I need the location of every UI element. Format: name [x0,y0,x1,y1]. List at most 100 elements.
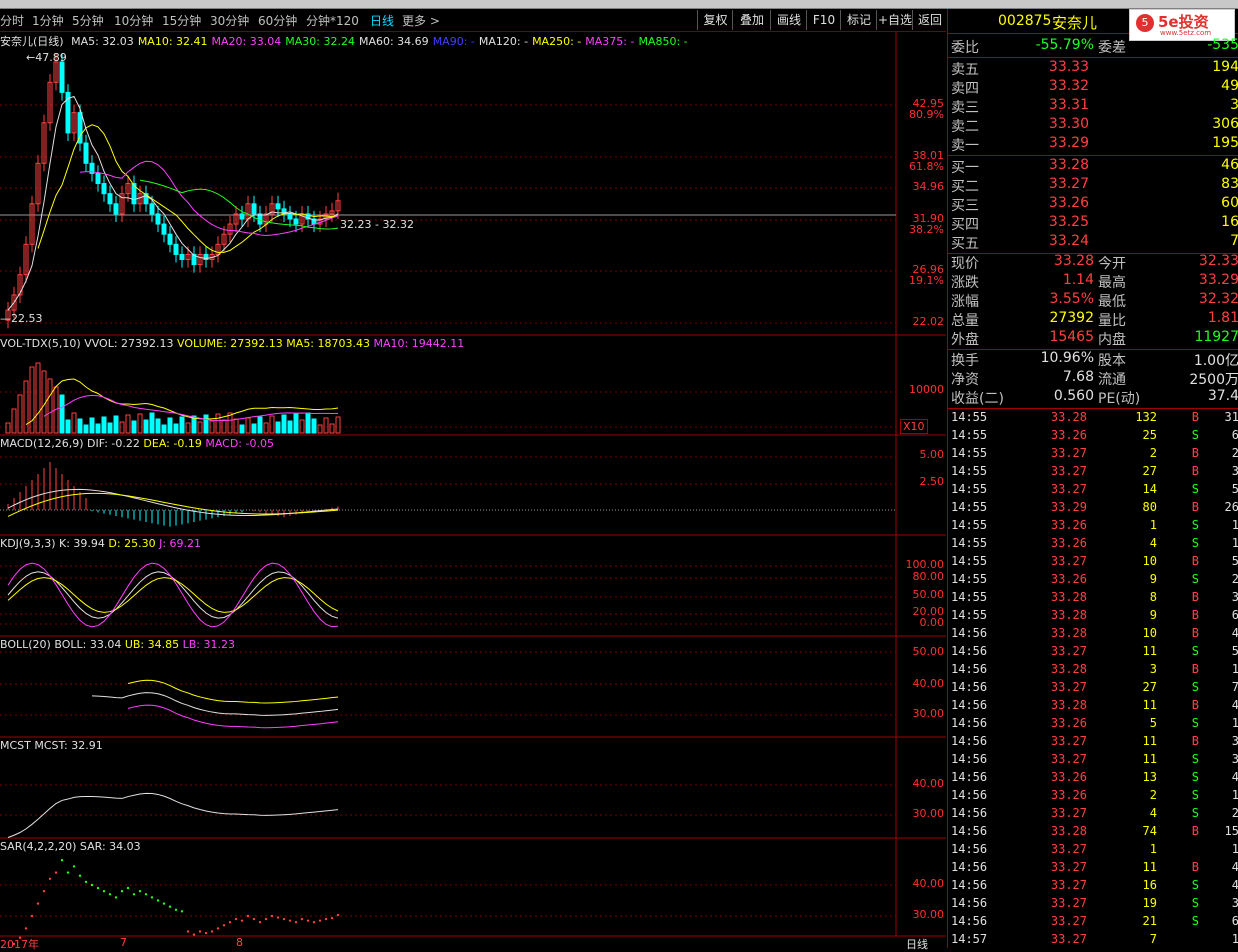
tick-volume: 9 [1149,572,1157,586]
toolbar-button-1[interactable]: 叠加 [732,10,771,30]
period-2[interactable]: 5分钟 [72,12,104,29]
tick-count: 4 [1231,860,1238,874]
sar-dot-4 [30,914,34,918]
tick-row[interactable]: 14:56 33.27 1 1 [948,842,1238,860]
volume-bar-18 [113,415,119,434]
buy-level-2-label: 买三 [951,198,979,214]
sar-dot-48 [294,921,298,924]
sar-dot-7 [48,877,52,880]
tick-row[interactable]: 14:55 33.27 10 B 5 [948,554,1238,572]
sar-dot-46 [282,917,286,921]
stat-row-2-label: 涨幅 [951,294,979,310]
tick-volume: 11 [1142,752,1157,766]
tick-row[interactable]: 14:56 33.26 2 S 1 [948,788,1238,806]
volume-bar-26 [161,424,167,434]
period-5[interactable]: 30分钟 [210,12,249,29]
tick-row[interactable]: 14:55 33.27 2 B 2 [948,446,1238,464]
tick-time: 14:56 [951,716,988,730]
volume-bar-1 [11,408,17,434]
tick-row[interactable]: 14:55 33.26 25 S 6 [948,428,1238,446]
tick-row[interactable]: 14:56 33.27 11 B 3 [948,734,1238,752]
sar-dot-47 [288,919,292,922]
kline-chart-area[interactable]: 安奈儿(日线) MA5: 32.03 MA10: 32.41 MA20: 33.04… [0,32,946,951]
top-menu-strip[interactable] [0,0,1238,9]
period-0[interactable]: 分时 [0,12,24,29]
tick-row[interactable]: 14:56 33.28 10 B 4 [948,626,1238,644]
tick-count: 4 [1231,878,1238,892]
sar-dot-20 [126,886,130,890]
tick-price: 33.27 [1050,878,1087,892]
sar-dot-41 [252,917,256,921]
tick-row[interactable]: 14:55 33.29 80 B 26 [948,500,1238,518]
candle-body-16 [101,183,107,195]
period-9[interactable]: 更多 > [402,12,440,29]
tick-row[interactable]: 14:56 33.27 27 S 7 [948,680,1238,698]
sell-level-3-value2: 306 [1212,116,1238,132]
toolbar-button-4[interactable]: 标记 [840,10,877,30]
sell-level-3: 卖二 33.30 306 [948,116,1238,135]
buy-level-2: 买三 33.26 60 [948,195,1238,214]
tick-volume: 11 [1142,734,1157,748]
tick-row[interactable]: 14:56 33.28 3 B 1 [948,662,1238,680]
sell-level-3-label: 卖二 [951,119,979,135]
tick-row[interactable]: 14:55 33.28 132 B 31 [948,410,1238,428]
tick-row[interactable]: 14:55 33.27 27 B 3 [948,464,1238,482]
tick-row[interactable]: 14:56 33.28 11 B 4 [948,698,1238,716]
tick-price: 33.27 [1050,932,1087,946]
tick-row[interactable]: 14:55 33.28 8 B 3 [948,590,1238,608]
tick-time: 14:55 [951,518,988,532]
macd-dea: DEA: -0.19 [143,437,202,450]
period-7[interactable]: 分钟*120 [306,12,359,29]
toolbar-button-6[interactable]: 返回 [912,10,947,30]
tick-row[interactable]: 14:56 33.27 4 S 2 [948,806,1238,824]
period-8[interactable]: 日线 [370,12,394,29]
period-3[interactable]: 10分钟 [114,12,153,29]
sell-level-4-label: 卖一 [951,138,979,154]
period-1[interactable]: 1分钟 [32,12,64,29]
weibi-row-label2: 委差 [1098,40,1126,56]
sell-level-1-label: 卖四 [951,81,979,97]
volume-bar-29 [179,416,185,434]
period-4[interactable]: 15分钟 [162,12,201,29]
stat2-row-2-value2: 37.4 [1207,388,1238,404]
period-6[interactable]: 60分钟 [258,12,297,29]
tick-row[interactable]: 14:56 33.27 11 S 3 [948,752,1238,770]
tick-row[interactable]: 14:56 33.28 74 B 15 [948,824,1238,842]
tick-row[interactable]: 14:55 33.28 9 B 6 [948,608,1238,626]
tick-side: B [1191,446,1199,460]
candle-body-25 [155,213,161,225]
sar-dot-11 [72,865,76,868]
tick-row[interactable]: 14:55 33.26 1 S 1 [948,518,1238,536]
tick-row[interactable]: 14:56 33.27 19 S 3 [948,896,1238,914]
tick-row[interactable]: 14:55 33.26 9 S 2 [948,572,1238,590]
x-axis-period: 日线 [906,938,928,951]
sell-level-1-value: 33.32 [1048,78,1089,94]
vol-axis-label: 10000 [909,383,944,396]
toolbar-button-0[interactable]: 复权 [697,10,733,30]
volume-bar-9 [59,394,65,434]
tick-row[interactable]: 14:56 33.27 11 B 4 [948,860,1238,878]
toolbar-button-3[interactable]: F10 [806,10,841,30]
toolbar-button-2[interactable]: 画线 [770,10,807,30]
vol-volume: VOLUME: 27392.13 [177,337,283,350]
tick-row[interactable]: 14:55 33.26 4 S 1 [948,536,1238,554]
tick-row[interactable]: 14:56 33.27 21 S 6 [948,914,1238,932]
volume-bar-52 [317,424,323,434]
tick-row[interactable]: 14:56 33.27 11 S 5 [948,644,1238,662]
tick-row[interactable]: 14:56 33.27 16 S 4 [948,878,1238,896]
sar-dot-44 [270,914,274,918]
tick-time: 14:56 [951,806,988,820]
tick-count: 3 [1231,896,1238,910]
tick-row[interactable]: 14:55 33.27 14 S 5 [948,482,1238,500]
sell-level-2-value: 33.31 [1048,97,1089,113]
candle-body-27 [167,233,173,245]
candle-body-26 [161,223,167,235]
tick-row[interactable]: 14:56 33.26 5 S 1 [948,716,1238,734]
sell-level-0-label: 卖五 [951,62,979,78]
toolbar-button-5[interactable]: +自选 [876,10,913,30]
tick-volume: 27 [1142,464,1157,478]
tick-row[interactable]: 14:57 33.27 7 1 [948,932,1238,950]
tick-row[interactable]: 14:56 33.26 13 S 4 [948,770,1238,788]
ma20-line [79,160,339,236]
tick-price: 33.27 [1050,896,1087,910]
